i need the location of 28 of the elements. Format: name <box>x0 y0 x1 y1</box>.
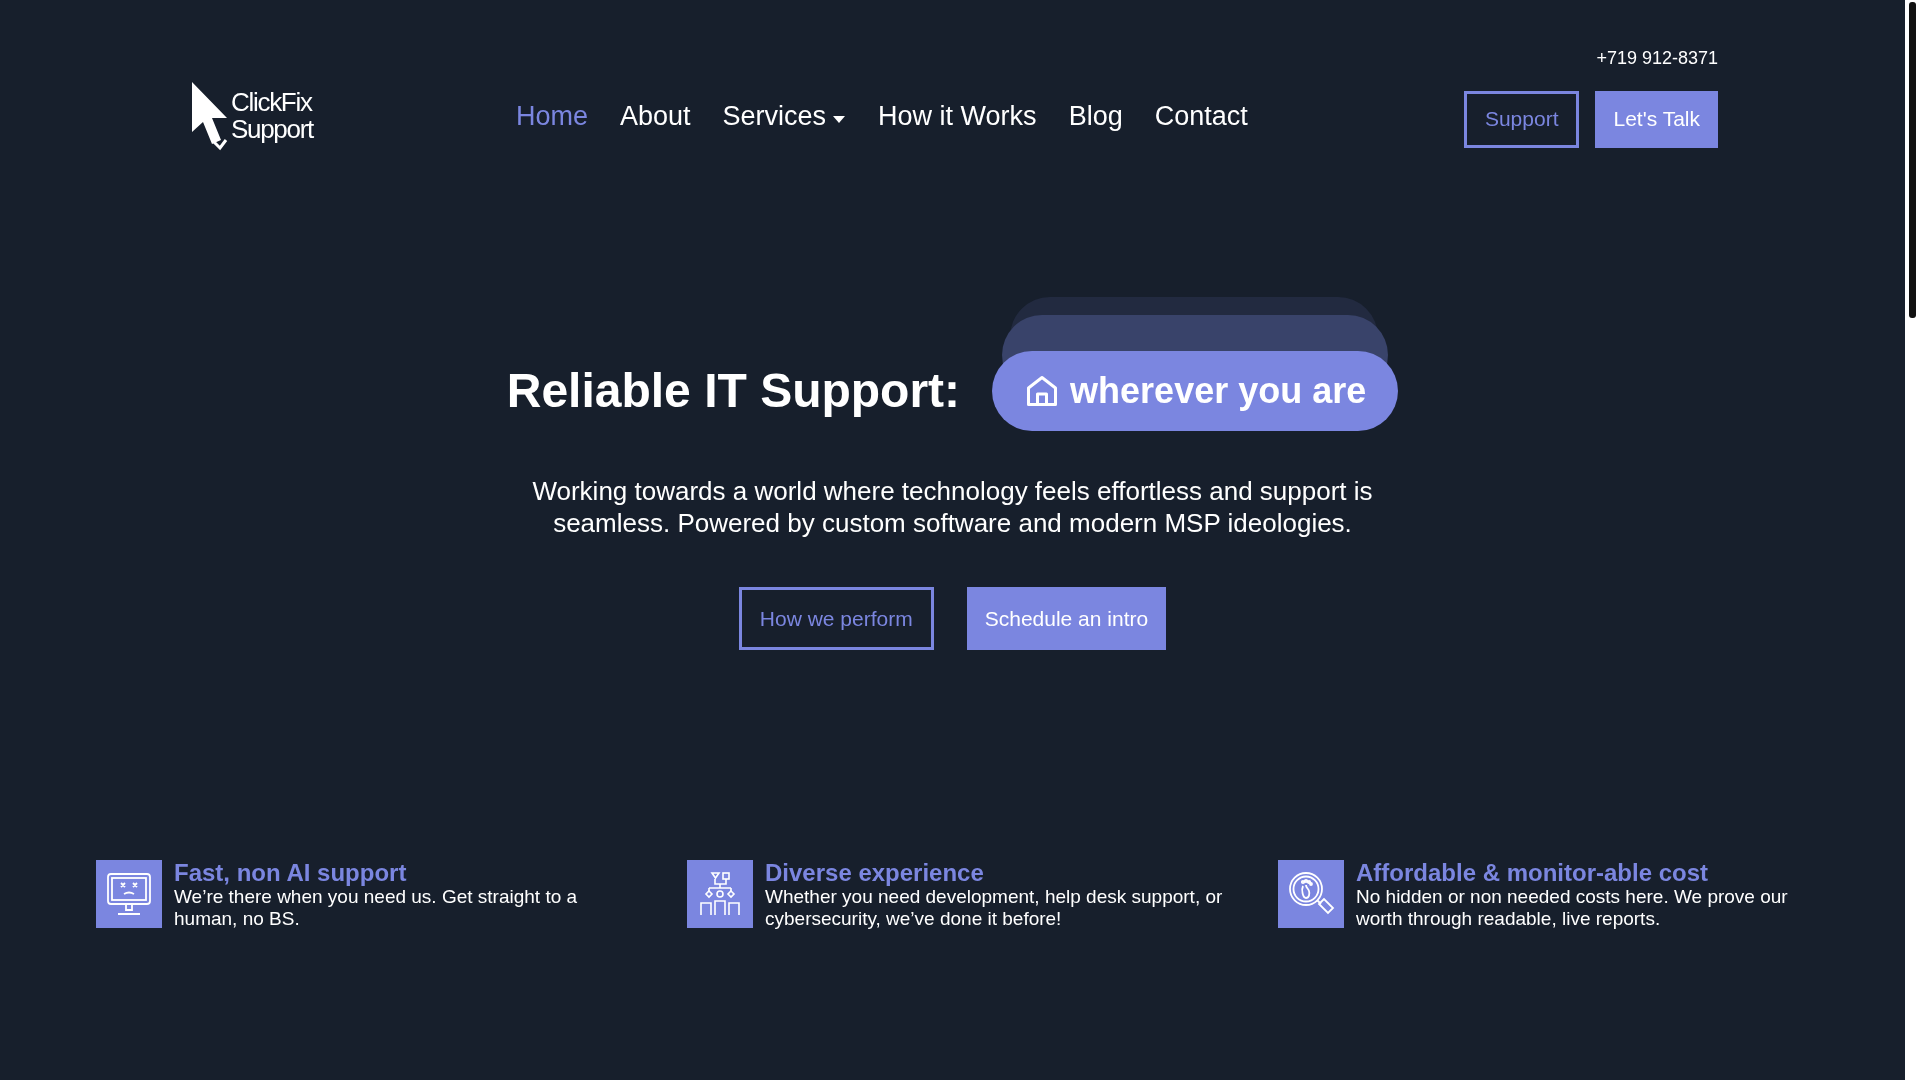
feature-title: Fast, non AI support <box>174 860 408 886</box>
rotating-phrase: wherever you are <box>1070 369 1367 413</box>
logo-text: Support <box>231 116 313 143</box>
header-button[interactable]: Support <box>1463 90 1580 148</box>
hero-description: Working towards a world where technology feels effortless and support is seamless. Powered by custom software and modern MSP ideologies. <box>531 475 1374 539</box>
logo-text: ClickFix <box>231 89 313 116</box>
scrollbar[interactable] <box>1905 0 1920 1080</box>
monitor-icon <box>96 860 162 928</box>
nav-link[interactable]: How it Works <box>878 95 1037 137</box>
phone-number[interactable]: +719 912-8371 <box>1596 46 1718 70</box>
nav-link[interactable]: Home <box>515 95 588 137</box>
logo[interactable]: ClickFix Support <box>190 80 313 152</box>
scrollbar-thumb[interactable] <box>1909 2 1916 318</box>
hero-heading: Reliable IT Support: <box>506 363 961 419</box>
team-chart-icon <box>687 860 753 928</box>
feature-title: Diverse experience <box>765 860 985 886</box>
nav-link[interactable]: Contact <box>1154 95 1248 137</box>
caret-icon <box>832 114 847 124</box>
feature-title: Affordable & monitor-able cost <box>1356 860 1710 886</box>
feature-description: We’re there when you need us. Get straight to a human, no BS. <box>174 886 579 930</box>
nav-link[interactable]: About <box>620 95 691 137</box>
feature-description: Whether you need development, help desk support, or cybersecurity, we’ve done it before! <box>765 886 1224 930</box>
feature-description: No hidden or non needed costs here. We prove our worth through readable, live reports. <box>1356 886 1789 930</box>
cursor-icon <box>190 80 230 152</box>
nav-link[interactable]: Services <box>722 95 847 137</box>
magnifier-footprint-icon <box>1278 860 1344 928</box>
nav-link[interactable]: Blog <box>1068 95 1123 137</box>
hero-button[interactable]: How we perform <box>738 587 934 650</box>
